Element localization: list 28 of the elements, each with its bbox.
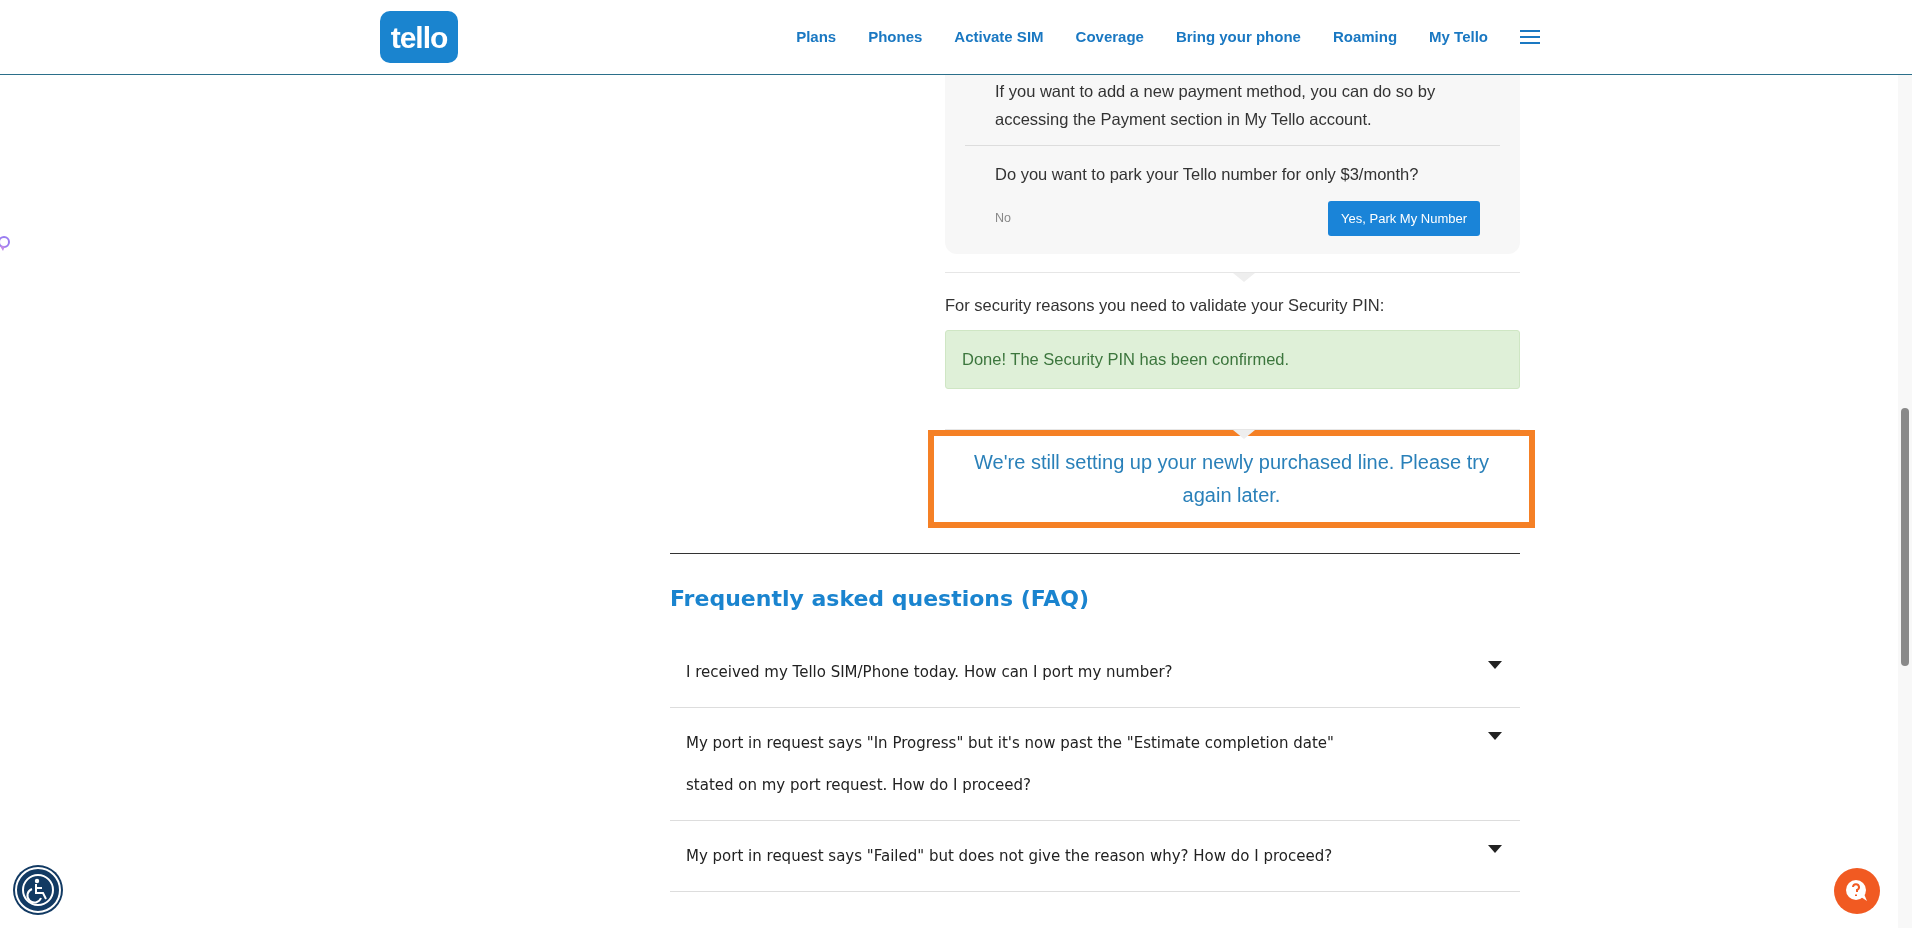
no-button[interactable]: No	[965, 203, 1041, 234]
nav-link[interactable]: Plans	[796, 25, 837, 49]
help-button[interactable]	[1834, 868, 1880, 914]
caret-down-icon[interactable]	[1488, 731, 1502, 740]
nav-link[interactable]: Phones	[868, 25, 923, 49]
nav-link[interactable]: My Tello	[1429, 25, 1488, 49]
help-chat-icon	[1844, 878, 1870, 904]
nav-link[interactable]: Bring your phone	[1175, 25, 1301, 49]
scrollbar-thumb[interactable]	[1901, 408, 1909, 666]
faq-heading: Frequently asked questions (FAQ)	[670, 584, 1091, 613]
faq-question[interactable]: My port in request says "Failed" but does not give the reason why? How do I proceed?	[686, 834, 1333, 877]
accessibility-button[interactable]	[15, 867, 61, 913]
nav-link[interactable]: Activate SIM	[954, 25, 1044, 49]
payment-note: If you want to add a new payment method, you can do so by accessing the Payment section in My Tello account.	[994, 81, 1437, 130]
park-number-button[interactable]: Yes, Park My Number	[1328, 200, 1480, 237]
nav-link[interactable]: Coverage	[1075, 25, 1144, 49]
caret-down-icon[interactable]	[1488, 660, 1502, 669]
park-question: Do you want to park your Tello number for only $3/month?	[994, 164, 1420, 185]
security-prompt: For security reasons you need to validate your Security PIN:	[945, 295, 1386, 317]
ring-icon[interactable]	[0, 236, 12, 252]
caret-down-icon[interactable]	[1488, 844, 1502, 853]
nav-link[interactable]: Roaming	[1332, 25, 1398, 49]
notice-message: We're still setting up your newly purchased line. Please try again later.	[928, 429, 1535, 528]
faq-question[interactable]: I received my Tello SIM/Phone today. How can I port my number?	[686, 650, 1173, 693]
faq-question[interactable]: My port in request says "In Progress" but it's now past the "Estimate completion date" stated on my port request. How do I proceed?	[686, 721, 1386, 806]
tello-logo[interactable]: tello	[380, 11, 458, 63]
menu-icon[interactable]	[1520, 30, 1540, 44]
success-alert: Done! The Security PIN has been confirmed.	[945, 330, 1520, 389]
